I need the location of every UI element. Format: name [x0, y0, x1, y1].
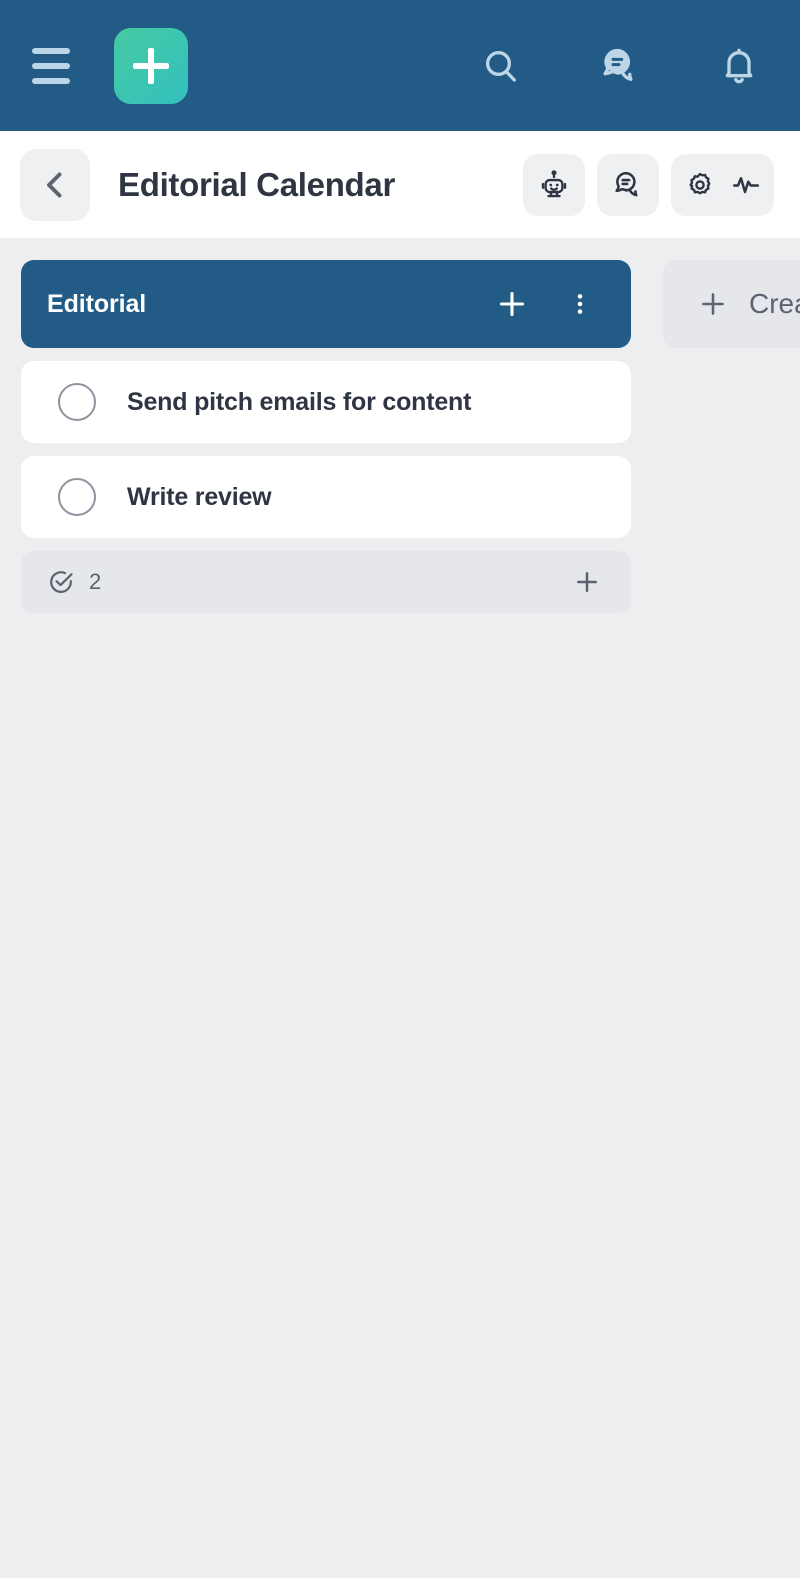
- list-title: Editorial: [47, 289, 147, 318]
- robot-icon: [539, 169, 569, 200]
- page-header: Editorial Calendar: [0, 131, 800, 238]
- chat-bubble-icon: [612, 169, 644, 201]
- list-header[interactable]: Editorial: [21, 260, 631, 348]
- create-list-button[interactable]: Create: [663, 260, 800, 348]
- list-column-editorial: Editorial Send pitch emails for content: [21, 260, 631, 613]
- task-card[interactable]: Send pitch emails for content: [21, 361, 631, 443]
- task-card[interactable]: Write review: [21, 456, 631, 538]
- gear-icon[interactable]: [685, 170, 715, 200]
- header-actions: [523, 153, 774, 216]
- hamburger-bar: [32, 77, 70, 84]
- plus-icon: [702, 293, 724, 315]
- global-add-button[interactable]: [114, 27, 188, 104]
- back-button[interactable]: [20, 148, 90, 221]
- task-label: Send pitch emails for content: [127, 387, 472, 416]
- bell-icon[interactable]: [716, 43, 762, 89]
- check-circle-icon: [50, 571, 73, 593]
- hamburger-bar: [32, 62, 70, 69]
- task-checkbox[interactable]: [58, 383, 96, 421]
- plus-icon: [499, 291, 525, 317]
- assistant-robot-button[interactable]: [523, 153, 585, 216]
- board-area: Editorial Send pitch emails for content: [0, 238, 800, 1578]
- task-label: Write review: [127, 482, 272, 511]
- settings-activity-group: [671, 153, 774, 216]
- task-checkbox[interactable]: [58, 478, 96, 516]
- topbar-actions: [478, 43, 762, 89]
- create-list-column: Create: [663, 260, 800, 348]
- search-icon[interactable]: [478, 43, 524, 89]
- create-list-label: Create: [749, 288, 800, 319]
- chevron-left-icon: [47, 172, 62, 197]
- page-title: Editorial Calendar: [118, 165, 396, 203]
- list-menu-button[interactable]: [557, 281, 603, 327]
- plus-icon: [131, 46, 171, 86]
- top-app-bar: [0, 0, 800, 131]
- activity-pulse-icon[interactable]: [731, 170, 761, 200]
- task-count: 2: [89, 569, 102, 594]
- chat-bubbles-icon[interactable]: [597, 43, 643, 89]
- add-task-button[interactable]: [489, 281, 535, 327]
- three-dots-vertical-icon: [577, 294, 583, 314]
- hamburger-bar: [32, 47, 70, 54]
- footer-add-task-button[interactable]: [567, 562, 607, 602]
- hamburger-menu-icon[interactable]: [22, 36, 80, 96]
- comments-button[interactable]: [597, 153, 659, 216]
- plus-icon: [577, 572, 597, 592]
- list-footer[interactable]: 2: [21, 551, 631, 613]
